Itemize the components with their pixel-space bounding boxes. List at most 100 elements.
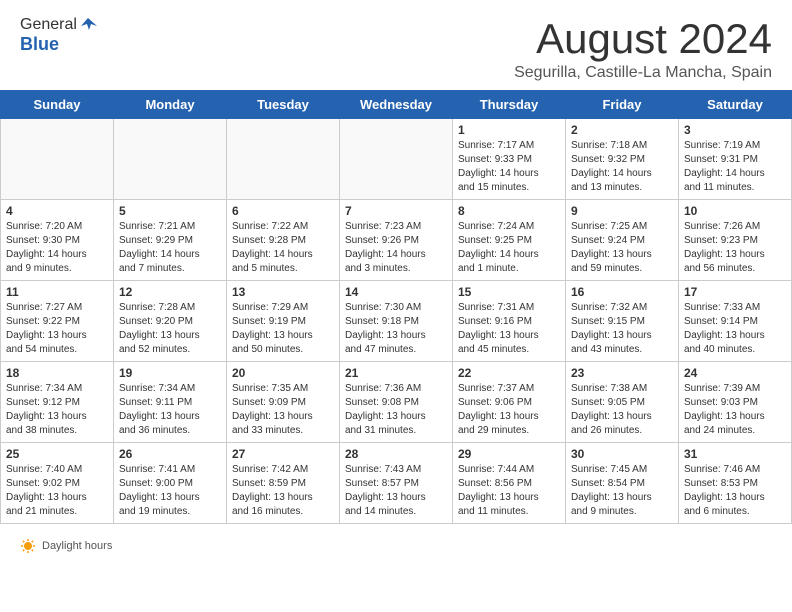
day-number: 8 <box>458 204 560 218</box>
logo-general-text: General <box>20 16 77 34</box>
calendar-cell: 11 Sunrise: 7:27 AM Sunset: 9:22 PM Dayli… <box>1 281 114 362</box>
calendar-header-row: SundayMondayTuesdayWednesdayThursdayFrid… <box>1 91 792 119</box>
day-info: Sunrise: 7:21 AM Sunset: 9:29 PM Dayligh… <box>119 220 221 276</box>
calendar-cell: 25Sunrise: 7:40 AM Sunset: 9:02 PM Dayli… <box>1 443 114 524</box>
calendar-cell: 23 Sunrise: 7:38 AM Sunset: 9:05 PM Dayli… <box>566 362 679 443</box>
day-info: Sunrise: 7:42 AM Sunset: 8:59 PM Dayligh… <box>232 463 334 519</box>
day-info: Sunrise: 7:46 AM Sunset: 8:53 PM Dayligh… <box>684 463 786 519</box>
calendar-week-row: 18 Sunrise: 7:34 AM Sunset: 9:12 PM Dayli… <box>1 362 792 443</box>
calendar-cell: 20 Sunrise: 7:35 AM Sunset: 9:09 PM Dayli… <box>227 362 340 443</box>
logo-blue-text: Blue <box>20 34 97 55</box>
calendar-cell: 13 Sunrise: 7:29 AM Sunset: 9:19 PM Dayli… <box>227 281 340 362</box>
day-of-week-header: Sunday <box>1 91 114 119</box>
calendar-week-row: 1 Sunrise: 7:17 AM Sunset: 9:33 PM Daylig… <box>1 119 792 200</box>
day-number: 10 <box>684 204 786 218</box>
calendar-table: SundayMondayTuesdayWednesdayThursdayFrid… <box>0 90 792 524</box>
day-number: 12 <box>119 285 221 299</box>
day-number: 17 <box>684 285 786 299</box>
calendar-cell: 7 Sunrise: 7:23 AM Sunset: 9:26 PM Daylig… <box>340 200 453 281</box>
calendar-week-row: 25Sunrise: 7:40 AM Sunset: 9:02 PM Dayli… <box>1 443 792 524</box>
day-number: 31 <box>684 447 786 461</box>
day-number: 26 <box>119 447 221 461</box>
calendar-cell: 29Sunrise: 7:44 AM Sunset: 8:56 PM Dayli… <box>453 443 566 524</box>
page-header: General Blue August 2024 Segurilla, Cast… <box>0 0 792 90</box>
calendar-cell: 10 Sunrise: 7:26 AM Sunset: 9:23 PM Dayli… <box>679 200 792 281</box>
calendar-cell: 9 Sunrise: 7:25 AM Sunset: 9:24 PM Daylig… <box>566 200 679 281</box>
day-info: Sunrise: 7:22 AM Sunset: 9:28 PM Dayligh… <box>232 220 334 276</box>
calendar-week-row: 11 Sunrise: 7:27 AM Sunset: 9:22 PM Dayli… <box>1 281 792 362</box>
day-of-week-header: Saturday <box>679 91 792 119</box>
day-info: Sunrise: 7:37 AM Sunset: 9:06 PM Dayligh… <box>458 382 560 438</box>
day-info: Sunrise: 7:20 AM Sunset: 9:30 PM Dayligh… <box>6 220 108 276</box>
calendar-cell <box>227 119 340 200</box>
day-number: 22 <box>458 366 560 380</box>
day-number: 23 <box>571 366 673 380</box>
calendar-cell: 16Sunrise: 7:32 AM Sunset: 9:15 PM Dayli… <box>566 281 679 362</box>
day-info: Sunrise: 7:35 AM Sunset: 9:09 PM Dayligh… <box>232 382 334 438</box>
day-number: 2 <box>571 123 673 137</box>
calendar-cell: 22 Sunrise: 7:37 AM Sunset: 9:06 PM Dayli… <box>453 362 566 443</box>
calendar-cell: 26 Sunrise: 7:41 AM Sunset: 9:00 PM Dayli… <box>114 443 227 524</box>
day-info: Sunrise: 7:44 AM Sunset: 8:56 PM Dayligh… <box>458 463 560 519</box>
calendar-cell: 14Sunrise: 7:30 AM Sunset: 9:18 PM Dayli… <box>340 281 453 362</box>
day-info: Sunrise: 7:28 AM Sunset: 9:20 PM Dayligh… <box>119 301 221 357</box>
location-subtitle: Segurilla, Castille-La Mancha, Spain <box>514 64 772 82</box>
day-number: 18 <box>6 366 108 380</box>
day-info: Sunrise: 7:27 AM Sunset: 9:22 PM Dayligh… <box>6 301 108 357</box>
day-of-week-header: Monday <box>114 91 227 119</box>
logo-bird-icon <box>79 16 97 34</box>
calendar-cell <box>340 119 453 200</box>
logo: General Blue <box>20 16 97 55</box>
day-info: Sunrise: 7:33 AM Sunset: 9:14 PM Dayligh… <box>684 301 786 357</box>
day-number: 24 <box>684 366 786 380</box>
calendar-week-row: 4 Sunrise: 7:20 AM Sunset: 9:30 PM Daylig… <box>1 200 792 281</box>
day-info: Sunrise: 7:38 AM Sunset: 9:05 PM Dayligh… <box>571 382 673 438</box>
calendar-cell: 19Sunrise: 7:34 AM Sunset: 9:11 PM Dayli… <box>114 362 227 443</box>
day-number: 27 <box>232 447 334 461</box>
day-info: Sunrise: 7:29 AM Sunset: 9:19 PM Dayligh… <box>232 301 334 357</box>
calendar-cell: 4 Sunrise: 7:20 AM Sunset: 9:30 PM Daylig… <box>1 200 114 281</box>
calendar-cell: 21 Sunrise: 7:36 AM Sunset: 9:08 PM Dayli… <box>340 362 453 443</box>
day-number: 1 <box>458 123 560 137</box>
calendar-cell <box>1 119 114 200</box>
day-info: Sunrise: 7:19 AM Sunset: 9:31 PM Dayligh… <box>684 139 786 195</box>
month-year-title: August 2024 <box>514 16 772 62</box>
day-number: 3 <box>684 123 786 137</box>
calendar-cell: 1 Sunrise: 7:17 AM Sunset: 9:33 PM Daylig… <box>453 119 566 200</box>
calendar-cell: 3 Sunrise: 7:19 AM Sunset: 9:31 PM Daylig… <box>679 119 792 200</box>
day-info: Sunrise: 7:41 AM Sunset: 9:00 PM Dayligh… <box>119 463 221 519</box>
day-number: 5 <box>119 204 221 218</box>
day-of-week-header: Friday <box>566 91 679 119</box>
day-number: 4 <box>6 204 108 218</box>
day-number: 11 <box>6 285 108 299</box>
calendar-cell <box>114 119 227 200</box>
day-info: Sunrise: 7:39 AM Sunset: 9:03 PM Dayligh… <box>684 382 786 438</box>
day-number: 16 <box>571 285 673 299</box>
day-number: 13 <box>232 285 334 299</box>
day-info: Sunrise: 7:36 AM Sunset: 9:08 PM Dayligh… <box>345 382 447 438</box>
sun-icon <box>20 538 36 554</box>
day-number: 20 <box>232 366 334 380</box>
calendar-cell: 8Sunrise: 7:24 AM Sunset: 9:25 PM Daylig… <box>453 200 566 281</box>
day-info: Sunrise: 7:17 AM Sunset: 9:33 PM Dayligh… <box>458 139 560 195</box>
day-number: 7 <box>345 204 447 218</box>
day-info: Sunrise: 7:45 AM Sunset: 8:54 PM Dayligh… <box>571 463 673 519</box>
day-info: Sunrise: 7:43 AM Sunset: 8:57 PM Dayligh… <box>345 463 447 519</box>
day-info: Sunrise: 7:18 AM Sunset: 9:32 PM Dayligh… <box>571 139 673 195</box>
calendar-cell: 18 Sunrise: 7:34 AM Sunset: 9:12 PM Dayli… <box>1 362 114 443</box>
calendar-cell: 5 Sunrise: 7:21 AM Sunset: 9:29 PM Daylig… <box>114 200 227 281</box>
day-number: 15 <box>458 285 560 299</box>
day-number: 21 <box>345 366 447 380</box>
day-number: 19 <box>119 366 221 380</box>
day-number: 30 <box>571 447 673 461</box>
day-of-week-header: Wednesday <box>340 91 453 119</box>
calendar-cell: 31 Sunrise: 7:46 AM Sunset: 8:53 PM Dayli… <box>679 443 792 524</box>
day-info: Sunrise: 7:23 AM Sunset: 9:26 PM Dayligh… <box>345 220 447 276</box>
day-info: Sunrise: 7:26 AM Sunset: 9:23 PM Dayligh… <box>684 220 786 276</box>
day-number: 14 <box>345 285 447 299</box>
day-number: 9 <box>571 204 673 218</box>
calendar-cell: 6Sunrise: 7:22 AM Sunset: 9:28 PM Daylig… <box>227 200 340 281</box>
day-info: Sunrise: 7:25 AM Sunset: 9:24 PM Dayligh… <box>571 220 673 276</box>
calendar-cell: 24 Sunrise: 7:39 AM Sunset: 9:03 PM Dayli… <box>679 362 792 443</box>
day-info: Sunrise: 7:34 AM Sunset: 9:12 PM Dayligh… <box>6 382 108 438</box>
